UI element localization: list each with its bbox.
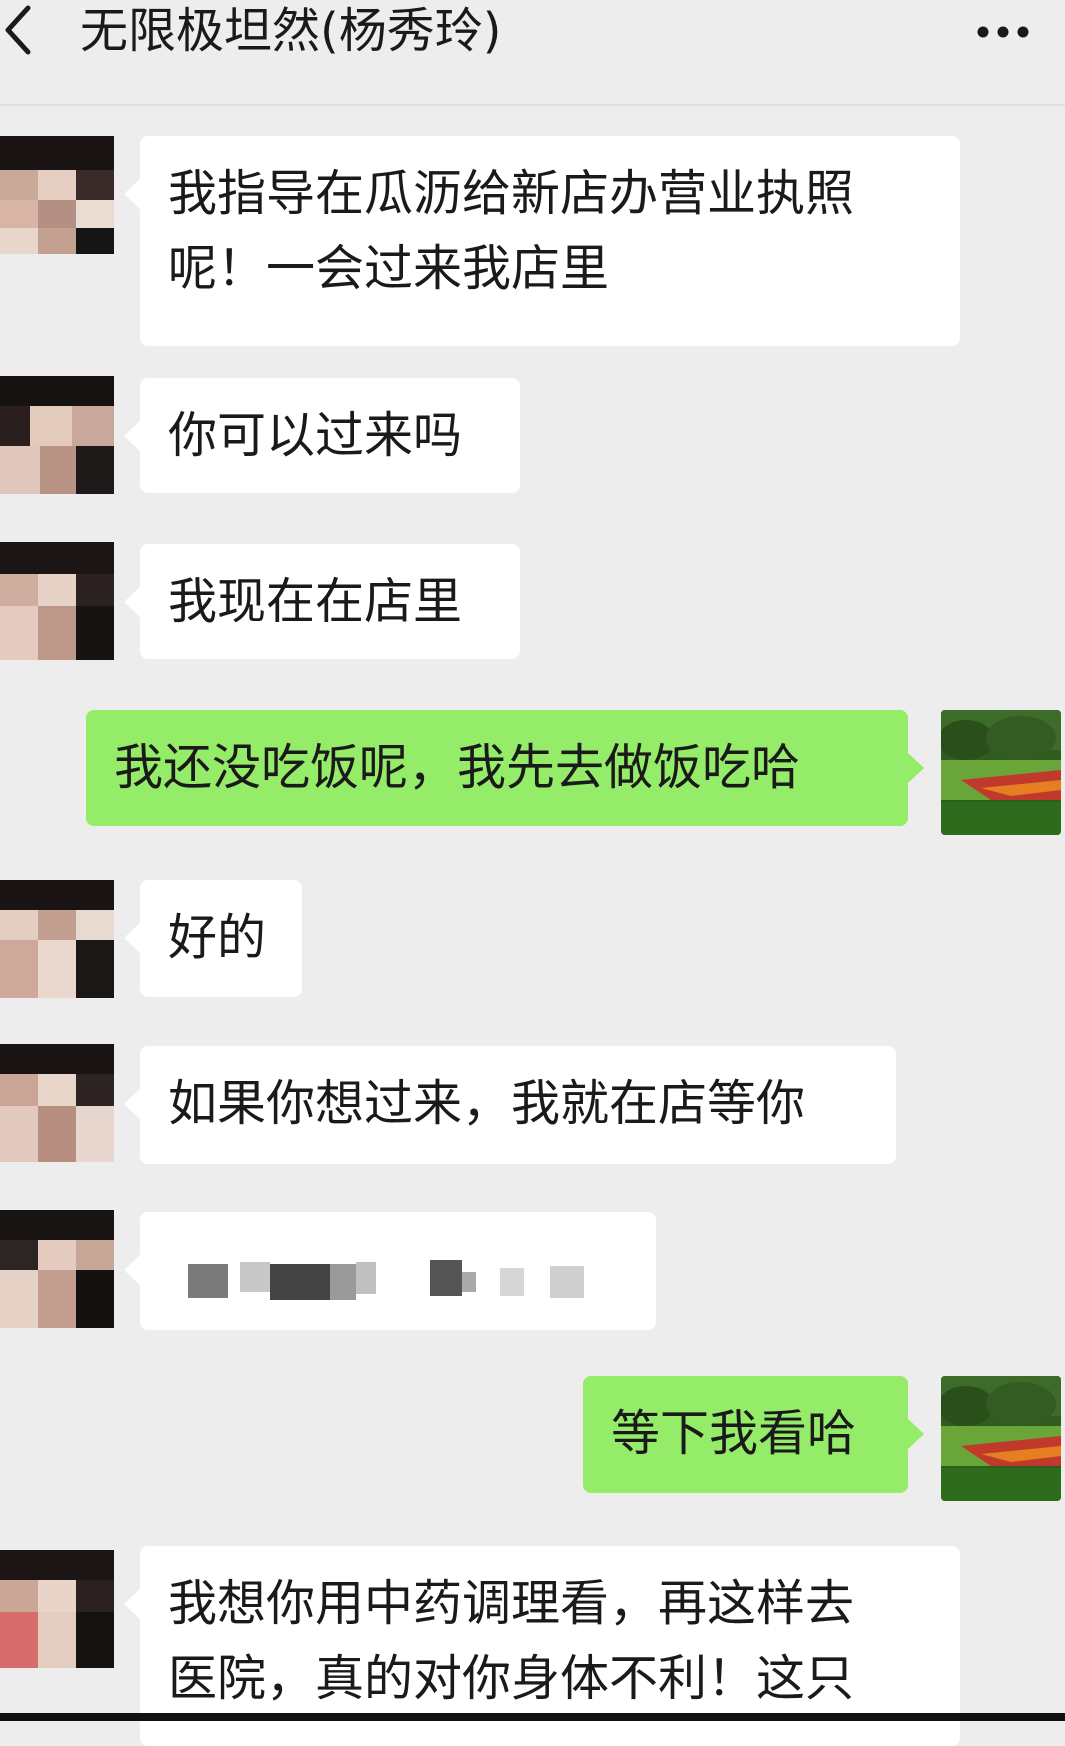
incoming-message-bubble[interactable]: 我指导在瓜沥给新店办营业执照 呢！一会过来我店里: [124, 136, 960, 346]
back-button[interactable]: [0, 0, 70, 70]
pixelated-avatar-icon: [0, 1210, 114, 1328]
message-text: 等下我看哈: [611, 1405, 857, 1462]
incoming-message-bubble[interactable]: 好的: [124, 880, 302, 997]
message-text: 你可以过来吗: [168, 407, 463, 464]
more-dots-icon: [977, 26, 1029, 38]
landscape-avatar-icon: [941, 1376, 1061, 1501]
pixelated-avatar-icon: [0, 880, 114, 998]
self-avatar[interactable]: [941, 710, 1061, 835]
landscape-avatar-icon: [941, 710, 1061, 835]
pixelated-avatar-icon: [0, 542, 114, 660]
bottom-edge: [0, 1713, 1065, 1721]
pixelated-avatar-icon: [0, 1550, 114, 1668]
outgoing-message-bubble[interactable]: 等下我看哈: [583, 1376, 924, 1493]
pixelated-avatar-icon: [0, 376, 114, 494]
message-text-line: 呢！一会过来我店里: [168, 240, 610, 297]
message-text: 我现在在店里: [168, 573, 463, 630]
contact-avatar[interactable]: [0, 880, 114, 998]
contact-avatar[interactable]: [0, 542, 114, 660]
more-button[interactable]: [970, 12, 1060, 52]
self-avatar[interactable]: [941, 1376, 1061, 1501]
contact-avatar[interactable]: [0, 136, 114, 254]
message-list[interactable]: 我指导在瓜沥给新店办营业执照 呢！一会过来我店里 你可以过来吗 我现在在店里 我…: [0, 106, 1065, 1746]
message-text-line: 医院，真的对你身体不利！这只: [168, 1650, 855, 1707]
chat-header: 无限极坦然(杨秀玲): [0, 0, 1065, 106]
incoming-message-bubble[interactable]: 如果你想过来，我就在店等你: [124, 1046, 896, 1164]
message-text-line: 我指导在瓜沥给新店办营业执照: [168, 165, 855, 222]
message-text: 好的: [168, 909, 267, 966]
outgoing-message-bubble[interactable]: 我还没吃饭呢，我先去做饭吃哈: [86, 710, 924, 826]
chat-title: 无限极坦然(杨秀玲): [80, 3, 502, 59]
message-text: 我还没吃饭呢，我先去做饭吃哈: [114, 739, 801, 796]
pixelated-avatar-icon: [0, 136, 114, 254]
message-text-line: 我想你用中药调理看，再这样去: [168, 1575, 855, 1632]
chevron-left-icon: [5, 5, 31, 55]
contact-avatar[interactable]: [0, 376, 114, 494]
pixelated-text-icon: [188, 1260, 584, 1300]
contact-avatar[interactable]: [0, 1044, 114, 1162]
contact-avatar[interactable]: [0, 1550, 114, 1668]
redacted-message-bubble[interactable]: [124, 1212, 656, 1330]
contact-avatar[interactable]: [0, 1210, 114, 1328]
incoming-message-bubble[interactable]: 我现在在店里: [124, 544, 520, 659]
message-text: 如果你想过来，我就在店等你: [168, 1075, 806, 1132]
pixelated-avatar-icon: [0, 1044, 114, 1162]
incoming-message-bubble[interactable]: 你可以过来吗: [124, 378, 520, 493]
